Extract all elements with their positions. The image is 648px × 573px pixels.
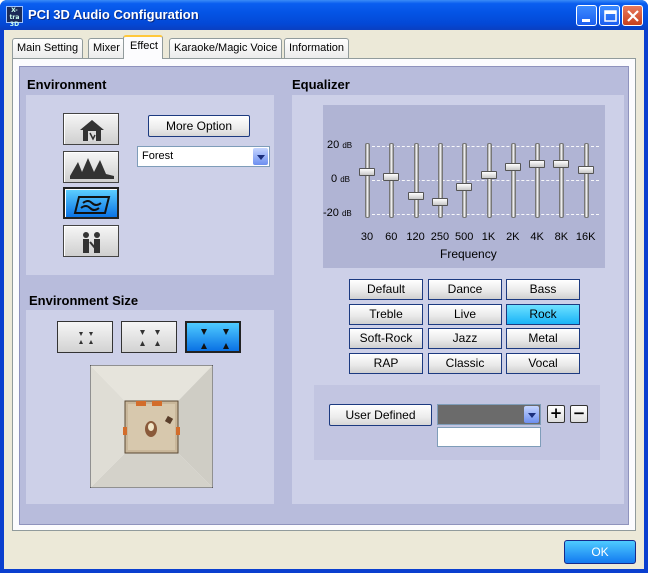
- people-icon: [83, 232, 100, 253]
- size-medium-button[interactable]: [121, 321, 177, 353]
- eq-slider-120[interactable]: [407, 191, 424, 200]
- eq-track-500[interactable]: [462, 143, 468, 218]
- remove-preset-button[interactable]: −: [570, 405, 588, 423]
- eq-slider-500[interactable]: [456, 183, 473, 192]
- eq-freq-label: 16K: [575, 231, 596, 243]
- chevron-down-icon[interactable]: [524, 406, 539, 423]
- tab-mixer[interactable]: Mixer: [88, 38, 125, 58]
- environment-heading: Environment: [27, 77, 107, 92]
- environment-size-heading: Environment Size: [29, 293, 139, 308]
- eq-track-8K[interactable]: [559, 143, 565, 218]
- frequency-label: Frequency: [440, 247, 497, 261]
- preset-rock-button[interactable]: Rock: [506, 304, 580, 325]
- eq-track-16K[interactable]: [583, 143, 589, 218]
- tab-information[interactable]: Information: [284, 38, 350, 58]
- preset-rap-button[interactable]: RAP: [349, 353, 423, 374]
- forest-icon: [73, 196, 111, 214]
- tab-main-setting[interactable]: Main Setting: [12, 38, 84, 58]
- app-icon: X-tra 3D: [6, 6, 23, 28]
- small-room-icon: [79, 332, 93, 344]
- eq-slider-30[interactable]: [359, 168, 375, 177]
- grid-line-mid: [367, 180, 599, 181]
- preset-metal-button[interactable]: Metal: [506, 328, 580, 349]
- preset-bass-button[interactable]: Bass: [506, 279, 580, 300]
- eq-slider-1K[interactable]: [480, 171, 497, 180]
- minimize-icon: [582, 19, 590, 22]
- effect-panel: Environment More Option Forest Environme…: [19, 66, 629, 525]
- user-defined-name-input[interactable]: [437, 427, 541, 447]
- env-house-button[interactable]: [63, 113, 119, 145]
- eq-track-30[interactable]: [365, 143, 370, 218]
- tab-karaoke-magic-voice[interactable]: Karaoke/Magic Voice: [169, 38, 283, 58]
- chevron-down-icon[interactable]: [253, 148, 268, 165]
- db-label-bottom: -20 dB: [323, 207, 352, 219]
- db-label-mid: 0 dB: [331, 173, 350, 185]
- large-room-icon: [201, 329, 229, 349]
- add-preset-button[interactable]: +: [547, 405, 565, 423]
- preset-vocal-button[interactable]: Vocal: [506, 353, 580, 374]
- env-opera-house-button[interactable]: [63, 151, 119, 183]
- eq-track-2K[interactable]: [510, 143, 516, 218]
- eq-slider-4K[interactable]: [529, 159, 546, 168]
- preset-live-button[interactable]: Live: [428, 304, 502, 325]
- eq-track-120[interactable]: [413, 143, 419, 218]
- environment-select[interactable]: Forest: [137, 146, 270, 167]
- tab-effect[interactable]: Effect: [123, 35, 163, 59]
- close-button[interactable]: [622, 5, 643, 26]
- more-option-button[interactable]: More Option: [148, 115, 250, 137]
- window-title: PCI 3D Audio Configuration: [28, 7, 199, 22]
- room-preview: [90, 365, 213, 488]
- environment-size-box: [26, 310, 274, 504]
- close-icon: [627, 10, 639, 22]
- preset-treble-button[interactable]: Treble: [349, 304, 423, 325]
- preset-jazz-button[interactable]: Jazz: [428, 328, 502, 349]
- eq-track-1K[interactable]: [486, 143, 492, 218]
- equalizer-heading: Equalizer: [292, 77, 350, 92]
- user-defined-box: User Defined + −: [314, 385, 600, 460]
- equalizer-box: 20 dB 0 dB -20 dB 30 60 120 250 500 1K 2K 4K 8K 1…: [292, 95, 624, 504]
- grid-line-top: [367, 146, 599, 147]
- effect-tab-page: Environment More Option Forest Environme…: [12, 58, 636, 531]
- client-area: Main Setting Mixer Effect Karaoke/Magic …: [4, 30, 644, 569]
- env-forest-button[interactable]: [63, 187, 119, 219]
- user-defined-button[interactable]: User Defined: [329, 404, 432, 426]
- environment-box: More Option Forest: [26, 95, 274, 275]
- preset-classic-button[interactable]: Classic: [428, 353, 502, 374]
- eq-slider-60[interactable]: [383, 173, 400, 182]
- eq-track-4K[interactable]: [535, 143, 541, 218]
- eq-slider-250[interactable]: [431, 198, 448, 207]
- eq-slider-2K[interactable]: [504, 163, 521, 172]
- eq-slider-16K[interactable]: [577, 166, 594, 175]
- title-bar[interactable]: X-tra 3D PCI 3D Audio Configuration: [0, 0, 648, 30]
- grid-line-bottom: [367, 214, 599, 215]
- maximize-icon: [604, 10, 617, 22]
- user-defined-select[interactable]: [437, 404, 541, 425]
- equalizer-sliders-area: 20 dB 0 dB -20 dB 30 60 120 250 500 1K 2K 4K 8K 1…: [323, 105, 605, 268]
- size-small-button[interactable]: [57, 321, 113, 353]
- preset-dance-button[interactable]: Dance: [428, 279, 502, 300]
- maximize-button[interactable]: [599, 5, 620, 26]
- environment-select-value: Forest: [142, 150, 174, 162]
- preset-default-button[interactable]: Default: [349, 279, 423, 300]
- eq-track-250[interactable]: [437, 143, 443, 218]
- db-label-top: 20 dB: [327, 139, 353, 151]
- opera-house-icon: [70, 158, 114, 179]
- preset-soft-rock-button[interactable]: Soft-Rock: [349, 328, 423, 349]
- size-large-button[interactable]: [185, 321, 241, 353]
- minimize-button[interactable]: [576, 5, 597, 26]
- app-window: X-tra 3D PCI 3D Audio Configuration Main…: [0, 0, 648, 573]
- env-people-button[interactable]: [63, 225, 119, 257]
- eq-slider-8K[interactable]: [553, 159, 570, 168]
- medium-room-icon: [140, 330, 160, 346]
- house-icon: [80, 120, 104, 141]
- ok-button[interactable]: OK: [564, 540, 636, 564]
